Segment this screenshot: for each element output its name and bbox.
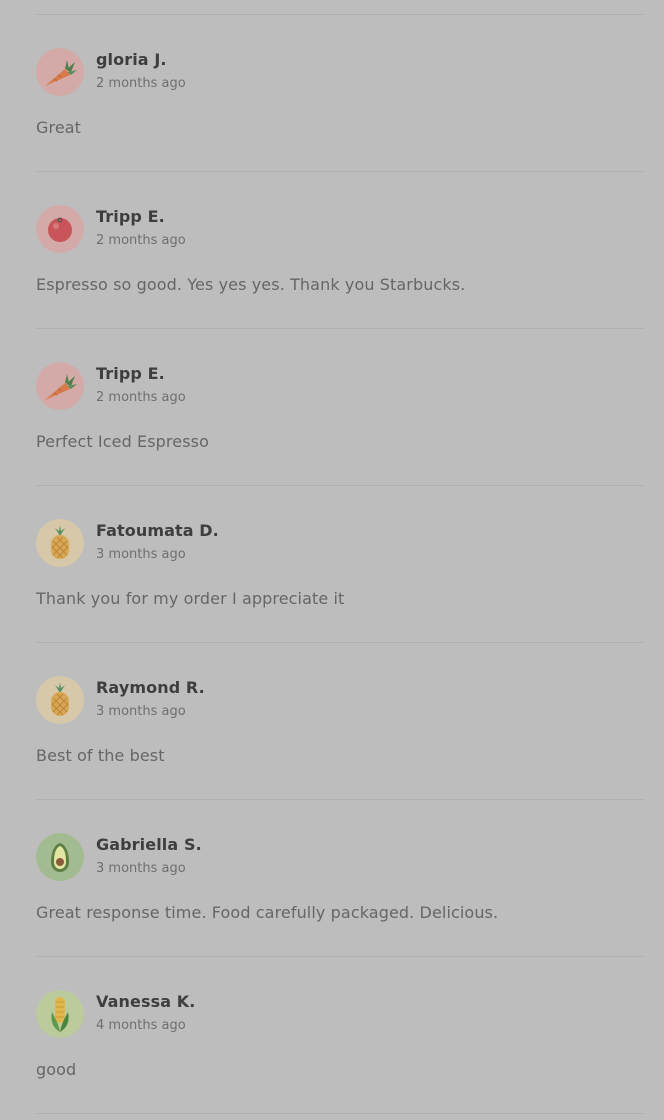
carrot-icon: [36, 48, 84, 96]
avatar: [36, 48, 84, 96]
avatar: [36, 833, 84, 881]
avatar: [36, 676, 84, 724]
review-time: 3 months ago: [96, 547, 186, 562]
avocado-icon: [36, 833, 84, 881]
review-text: Best of the best: [36, 746, 165, 765]
reviewer-name: Gabriella S.: [96, 835, 202, 854]
reviewer-name: Raymond R.: [96, 678, 205, 697]
review-time: 3 months ago: [96, 704, 186, 719]
reviewer-name: gloria J.: [96, 50, 167, 69]
review-text: good: [36, 1060, 77, 1079]
corn-icon: [36, 990, 84, 1038]
review-list: gloria J. 2 months ago Great Tripp E. 2 …: [0, 15, 664, 1114]
review-time: 2 months ago: [96, 76, 186, 91]
review-text: Thank you for my order I appreciate it: [36, 589, 345, 608]
avatar: [36, 205, 84, 253]
review-time: 4 months ago: [96, 1018, 186, 1033]
review-text: Espresso so good. Yes yes yes. Thank you…: [36, 275, 466, 294]
review-item: Fatoumata D. 3 months ago Thank you for …: [36, 486, 644, 643]
tomato-icon: [36, 205, 84, 253]
reviewer-name: Tripp E.: [96, 364, 165, 383]
review-item: Raymond R. 3 months ago Best of the best: [36, 643, 644, 800]
pineapple-icon: [36, 676, 84, 724]
review-item: Tripp E. 2 months ago Espresso so good. …: [36, 172, 644, 329]
review-item: Vanessa K. 4 months ago good: [36, 957, 644, 1114]
review-item: Gabriella S. 3 months ago Great response…: [36, 800, 644, 957]
pineapple-icon: [36, 519, 84, 567]
reviewer-name: Fatoumata D.: [96, 521, 219, 540]
avatar: [36, 362, 84, 410]
review-item: Tripp E. 2 months ago Perfect Iced Espre…: [36, 329, 644, 486]
avatar: [36, 519, 84, 567]
reviewer-name: Vanessa K.: [96, 992, 196, 1011]
reviewer-name: Tripp E.: [96, 207, 165, 226]
review-item: gloria J. 2 months ago Great: [36, 15, 644, 172]
review-text: Great: [36, 118, 82, 137]
carrot-icon: [36, 362, 84, 410]
review-time: 2 months ago: [96, 233, 186, 248]
avatar: [36, 990, 84, 1038]
review-text: Perfect Iced Espresso: [36, 432, 209, 451]
review-text: Great response time. Food carefully pack…: [36, 903, 499, 922]
review-time: 3 months ago: [96, 861, 186, 876]
review-time: 2 months ago: [96, 390, 186, 405]
